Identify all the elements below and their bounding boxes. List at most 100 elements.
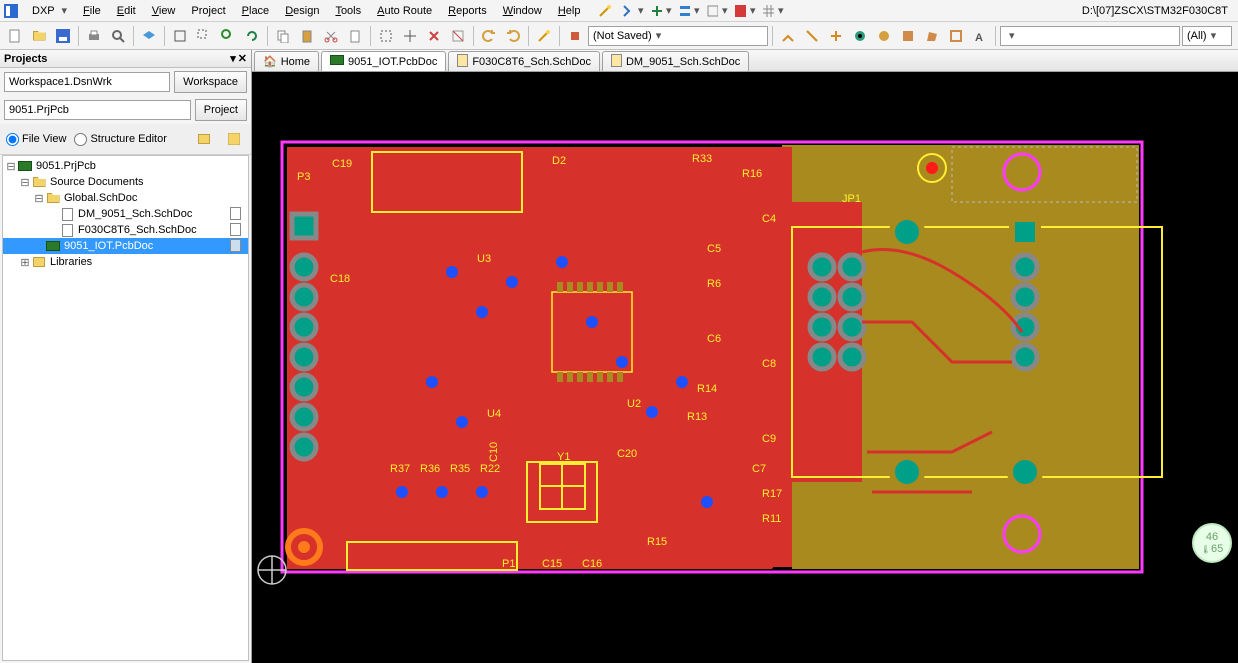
badge-temp: 🌡65 bbox=[1201, 543, 1223, 555]
paste-icon[interactable] bbox=[296, 25, 318, 47]
layers-icon[interactable] bbox=[138, 25, 160, 47]
select-rect-icon[interactable] bbox=[375, 25, 397, 47]
print-icon[interactable] bbox=[83, 25, 105, 47]
sch-icon bbox=[457, 54, 468, 70]
via-icon[interactable] bbox=[849, 25, 871, 47]
tab-dm9051[interactable]: DM_9051_Sch.SchDoc bbox=[602, 51, 749, 71]
tab-pcbdoc[interactable]: 9051_IOT.PcbDoc bbox=[321, 51, 446, 71]
filter-combo[interactable]: (All) bbox=[1182, 26, 1232, 46]
project-tree[interactable]: ⊟ 9051.PrjPcb ⊟ Source Documents ⊟ Globa… bbox=[2, 155, 249, 661]
toolbar: (Not Saved) A (All) bbox=[0, 22, 1238, 50]
svg-text:C15: C15 bbox=[542, 558, 562, 570]
panel-close-icon[interactable]: ✕ bbox=[238, 52, 247, 65]
menu-help[interactable]: Help bbox=[550, 3, 589, 19]
wand2-icon[interactable] bbox=[533, 25, 555, 47]
project-button[interactable]: Project bbox=[195, 99, 247, 121]
app-icon bbox=[4, 3, 20, 19]
tree-pcbdoc[interactable]: 9051_IOT.PcbDoc bbox=[3, 238, 248, 254]
panel-pin-icon[interactable]: ▾ bbox=[230, 52, 236, 65]
fill-icon[interactable] bbox=[897, 25, 919, 47]
pcb-icon bbox=[330, 55, 344, 68]
copy-icon[interactable] bbox=[272, 25, 294, 47]
doc-icon bbox=[230, 207, 244, 221]
preview-icon[interactable] bbox=[107, 25, 129, 47]
tree-libraries[interactable]: ⊞ Libraries bbox=[3, 254, 248, 270]
route-icon[interactable] bbox=[777, 25, 799, 47]
deselect-icon[interactable] bbox=[423, 25, 445, 47]
select-dropdown-icon[interactable] bbox=[622, 0, 644, 22]
route3-icon[interactable] bbox=[825, 25, 847, 47]
cut-icon[interactable] bbox=[320, 25, 342, 47]
menu-project[interactable]: Project bbox=[183, 3, 233, 19]
menubar-icons bbox=[594, 0, 784, 22]
tree-dm9051-sch[interactable]: DM_9051_Sch.SchDoc bbox=[3, 206, 248, 222]
view-icon[interactable] bbox=[706, 0, 728, 22]
tree-project-root[interactable]: ⊟ 9051.PrjPcb bbox=[3, 158, 248, 174]
menu-reports[interactable]: Reports bbox=[440, 3, 495, 19]
svg-text:A: A bbox=[975, 32, 983, 43]
text-icon[interactable]: A bbox=[969, 25, 991, 47]
tree-global-sch[interactable]: ⊟ Global.SchDoc bbox=[3, 190, 248, 206]
align-icon[interactable] bbox=[678, 0, 700, 22]
projects-panel: Projects ▾ ✕ Workspace1.DsnWrk Workspace… bbox=[0, 50, 252, 663]
menu-window[interactable]: Window bbox=[495, 3, 550, 19]
pad-icon[interactable] bbox=[873, 25, 895, 47]
panel-title: Projects bbox=[4, 53, 47, 65]
wand-icon[interactable] bbox=[594, 0, 616, 22]
zoom-fit-icon[interactable] bbox=[169, 25, 191, 47]
tree-source-docs[interactable]: ⊟ Source Documents bbox=[3, 174, 248, 190]
menu-tools[interactable]: Tools bbox=[327, 3, 369, 19]
svg-text:C18: C18 bbox=[330, 273, 350, 285]
editor-area: 🏠 Home 9051_IOT.PcbDoc F030C8T6_Sch.SchD… bbox=[252, 50, 1238, 663]
structure-editor-radio[interactable]: Structure Editor bbox=[74, 133, 166, 146]
svg-text:R14: R14 bbox=[697, 383, 717, 395]
file-view-radio[interactable]: File View bbox=[6, 133, 66, 146]
menu-place[interactable]: Place bbox=[234, 3, 278, 19]
redo-icon[interactable] bbox=[502, 25, 524, 47]
svg-text:C20: C20 bbox=[617, 448, 637, 460]
plus-icon[interactable] bbox=[650, 0, 672, 22]
grid-icon[interactable] bbox=[762, 0, 784, 22]
tab-home[interactable]: 🏠 Home bbox=[254, 51, 319, 71]
menu-autoroute[interactable]: Auto Route bbox=[369, 3, 440, 19]
tree-f030-sch[interactable]: F030C8T6_Sch.SchDoc bbox=[3, 222, 248, 238]
svg-text:R22: R22 bbox=[480, 463, 500, 475]
save-icon[interactable] bbox=[52, 25, 74, 47]
net-combo[interactable] bbox=[1000, 26, 1180, 46]
svg-text:R37: R37 bbox=[390, 463, 410, 475]
menu-edit[interactable]: Edit bbox=[109, 3, 144, 19]
project-input[interactable] bbox=[4, 100, 191, 120]
open-icon[interactable] bbox=[28, 25, 50, 47]
zoom-area-icon[interactable] bbox=[193, 25, 215, 47]
pan-icon[interactable] bbox=[217, 25, 239, 47]
svg-text:R35: R35 bbox=[450, 463, 470, 475]
refresh-icon[interactable] bbox=[241, 25, 263, 47]
panel-opts-icon[interactable] bbox=[193, 128, 215, 150]
pcb-svg: P3 C19 D2 R33 R16 JP1 C4 C5 R6 C6 C8 R14… bbox=[252, 72, 1222, 662]
pcb-canvas[interactable]: P3 C19 D2 R33 R16 JP1 C4 C5 R6 C6 C8 R14… bbox=[252, 72, 1238, 663]
badge-value: 46 bbox=[1206, 531, 1218, 543]
workspace-button[interactable]: Workspace bbox=[174, 71, 247, 93]
workspace-select[interactable]: Workspace1.DsnWrk bbox=[4, 72, 170, 92]
color-icon[interactable] bbox=[734, 0, 756, 22]
region-icon[interactable] bbox=[945, 25, 967, 47]
mode-combo[interactable]: (Not Saved) bbox=[588, 26, 768, 46]
svg-text:D2: D2 bbox=[552, 155, 566, 167]
route2-icon[interactable] bbox=[801, 25, 823, 47]
tab-f030[interactable]: F030C8T6_Sch.SchDoc bbox=[448, 51, 600, 71]
move-icon[interactable] bbox=[399, 25, 421, 47]
poly-icon[interactable] bbox=[921, 25, 943, 47]
clear-icon[interactable] bbox=[447, 25, 469, 47]
menu-dxp[interactable]: DXP bbox=[24, 2, 75, 19]
mode-icon[interactable] bbox=[564, 25, 586, 47]
svg-text:JP1: JP1 bbox=[842, 193, 861, 205]
new-icon[interactable] bbox=[4, 25, 26, 47]
panel-opts2-icon[interactable] bbox=[223, 128, 245, 150]
menu-file[interactable]: File bbox=[75, 3, 109, 19]
svg-text:R16: R16 bbox=[742, 168, 762, 180]
menu-design[interactable]: Design bbox=[277, 3, 327, 19]
clipboard-icon[interactable] bbox=[344, 25, 366, 47]
undo-icon[interactable] bbox=[478, 25, 500, 47]
menu-view[interactable]: View bbox=[144, 3, 184, 19]
file-path: D:\[07]ZSCX\STM32F030C8T bbox=[1076, 3, 1234, 19]
